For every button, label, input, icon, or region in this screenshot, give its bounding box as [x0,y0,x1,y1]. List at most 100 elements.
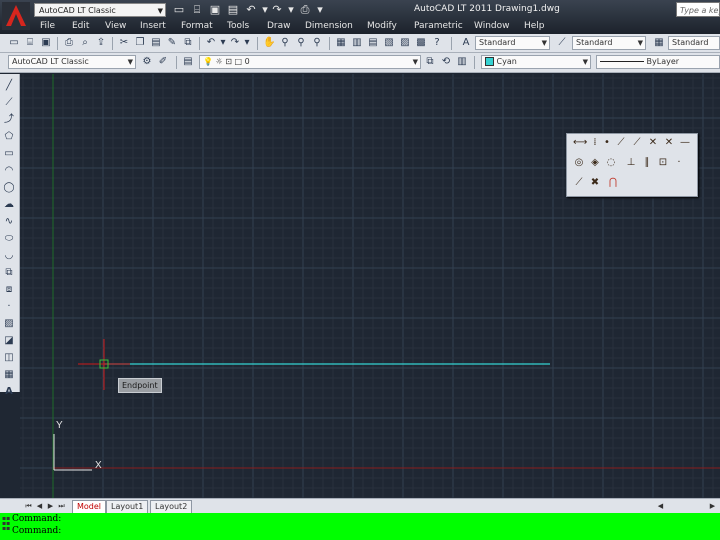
apparent-intersection-icon[interactable]: ✕ [663,137,675,149]
extension-snap-icon[interactable]: — [679,137,691,149]
tab-model[interactable]: Model [72,500,107,514]
tab-layout2[interactable]: Layout2 [150,500,193,514]
line-icon[interactable]: ╱ [3,80,15,92]
redo-icon[interactable]: ↷ [229,37,241,49]
last-tab-icon[interactable]: ⏭ [57,501,66,511]
workspace-settings-icon[interactable]: ⚙ [141,56,153,68]
intersection-snap-icon[interactable]: ✕ [647,137,659,149]
linetype-dropdown[interactable]: ByLayer [596,55,720,69]
first-tab-icon[interactable]: ⏮ [24,501,33,511]
layer-previous-icon[interactable]: ⟲ [440,56,452,68]
pan-icon[interactable]: ✋ [263,37,275,49]
construction-line-icon[interactable]: ⟋ [3,97,15,109]
open-folder-icon[interactable]: ⌸ [190,3,204,17]
block-editor-icon[interactable]: ⧉ [182,37,194,49]
calculator-icon[interactable]: ▩ [415,37,427,49]
perpendicular-snap-icon[interactable]: ⊥ [625,157,637,169]
cut-icon[interactable]: ✂ [118,37,130,49]
help-icon[interactable]: ? [431,37,443,49]
revision-cloud-icon[interactable]: ☁ [3,199,15,211]
text-style-icon[interactable]: A [460,37,472,49]
color-dropdown[interactable]: Cyan ▼ [481,55,591,69]
region-icon[interactable]: ◫ [3,352,15,364]
tangent-snap-icon[interactable]: ◌ [605,157,617,169]
snap-from-icon[interactable]: ⁞ [589,137,601,149]
undo-icon[interactable]: ↶ [205,37,217,49]
tool-palettes-icon[interactable]: ▤ [367,37,379,49]
design-center-icon[interactable]: ▥ [351,37,363,49]
rectangle-icon[interactable]: ▭ [3,148,15,160]
menu-window[interactable]: Window [474,19,510,33]
scroll-right-icon[interactable]: ▶ [708,501,717,511]
menu-format[interactable]: Format [181,19,213,33]
parallel-snap-icon[interactable]: ∥ [641,157,653,169]
zoom-window-icon[interactable]: ⚲ [295,37,307,49]
new-file-icon[interactable]: ▭ [172,3,186,17]
search-input[interactable]: Type a keyw [676,2,720,17]
layer-states-icon[interactable]: ▥ [456,56,468,68]
multiline-text-icon[interactable]: A [3,386,15,398]
save-icon[interactable]: ▣ [40,37,52,49]
table-icon[interactable]: ▦ [3,369,15,381]
node-snap-icon[interactable]: · [673,157,685,169]
spline-icon[interactable]: ∿ [3,216,15,228]
layer-dropdown[interactable]: 💡 ☼ ⊡ □ 0 ▼ [199,55,421,69]
make-current-icon[interactable]: ⧉ [424,56,436,68]
snap-settings-icon[interactable]: ⋂ [607,177,619,189]
sheet-set-icon[interactable]: ▧ [383,37,395,49]
workspace-switch-dropdown[interactable]: AutoCAD LT Classic ▼ [8,55,136,69]
save-icon[interactable]: ▣ [208,3,222,17]
scroll-left-icon[interactable]: ◀ [656,501,665,511]
command-line[interactable]: Command: Command: [0,513,720,540]
endpoint-snap-icon[interactable]: ⟋ [615,137,627,149]
zoom-realtime-icon[interactable]: ⚲ [279,37,291,49]
next-tab-icon[interactable]: ▶ [46,501,55,511]
redo-dropdown-icon[interactable]: ▾ [284,3,298,17]
menu-edit[interactable]: Edit [72,19,89,33]
menu-parametric[interactable]: Parametric [414,19,463,33]
polyline-icon[interactable]: ⤴ [3,114,15,126]
redo-dropdown-icon[interactable]: ▾ [241,37,253,49]
menu-insert[interactable]: Insert [140,19,166,33]
menu-view[interactable]: View [105,19,126,33]
plot-preview-icon[interactable]: ⌕ [79,37,91,49]
center-snap-icon[interactable]: ◎ [573,157,585,169]
new-icon[interactable]: ▭ [8,37,20,49]
customize-icon[interactable]: ✐ [157,56,169,68]
paste-icon[interactable]: ▤ [150,37,162,49]
polygon-icon[interactable]: ⬠ [3,131,15,143]
properties-icon[interactable]: ▦ [335,37,347,49]
undo-icon[interactable]: ↶ [244,3,258,17]
quadrant-snap-icon[interactable]: ◈ [589,157,601,169]
menu-draw[interactable]: Draw [267,19,291,33]
circle-icon[interactable]: ◯ [3,182,15,194]
gradient-icon[interactable]: ◪ [3,335,15,347]
command-grip-icon[interactable]: ▪▪ ▪▪ ▪▪ [2,516,10,536]
table-style-dropdown[interactable]: Standard [668,36,720,50]
none-snap-icon[interactable]: ✖ [589,177,601,189]
make-block-icon[interactable]: ⧈ [3,284,15,296]
command-prompt[interactable]: Command: [12,526,61,536]
menu-modify[interactable]: Modify [367,19,397,33]
zoom-previous-icon[interactable]: ⚲ [311,37,323,49]
insert-snap-icon[interactable]: ⊡ [657,157,669,169]
prev-tab-icon[interactable]: ◀ [35,501,44,511]
redo-icon[interactable]: ↷ [270,3,284,17]
tab-layout1[interactable]: Layout1 [106,500,149,514]
dim-style-dropdown[interactable]: Standard ▼ [572,36,646,50]
dim-style-icon[interactable]: ⟋ [556,37,568,49]
open-icon[interactable]: ⌸ [24,37,36,49]
markup-icon[interactable]: ▨ [399,37,411,49]
ellipse-icon[interactable]: ⬭ [3,233,15,245]
ellipse-arc-icon[interactable]: ◡ [3,250,15,262]
point-icon[interactable]: · [3,301,15,313]
midpoint-snap-icon[interactable]: ⟋ [631,137,643,149]
autocad-logo-icon[interactable] [2,2,30,30]
plot-icon[interactable]: ⎙ [298,3,312,17]
publish-icon[interactable]: ⇪ [95,37,107,49]
qat-dropdown-icon[interactable]: ▾ [313,3,327,17]
match-properties-icon[interactable]: ✎ [166,37,178,49]
workspace-dropdown[interactable]: AutoCAD LT Classic ▼ [34,3,166,17]
menu-tools[interactable]: Tools [227,19,249,33]
save-as-icon[interactable]: ▤ [226,3,240,17]
